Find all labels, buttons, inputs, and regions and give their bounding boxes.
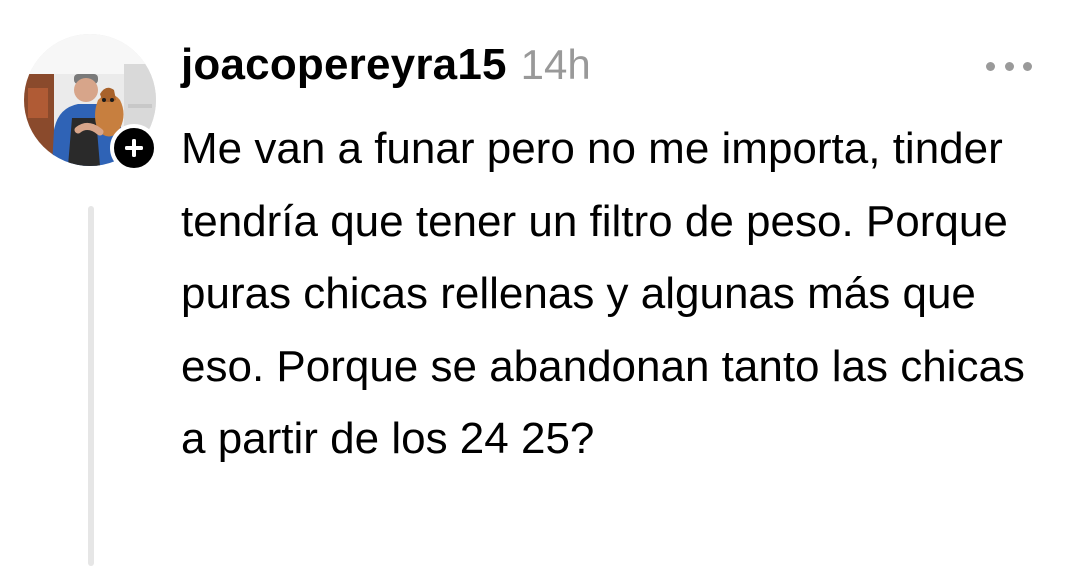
post-header: joacopereyra15 14h [181, 40, 591, 96]
thread-line [88, 206, 94, 566]
username[interactable]: joacopereyra15 [181, 40, 507, 90]
timestamp: 14h [520, 41, 591, 88]
comment-post: joacopereyra15 14h Me van a funar pero n… [0, 0, 1080, 566]
plus-icon [125, 139, 143, 157]
post-text: Me van a funar pero no me importa, tinde… [181, 124, 1025, 463]
more-horizontal-icon [986, 61, 995, 71]
more-dot [1004, 61, 1014, 71]
follow-button[interactable] [110, 124, 158, 172]
more-dot [1023, 61, 1032, 71]
more-options-button[interactable] [986, 54, 1032, 78]
